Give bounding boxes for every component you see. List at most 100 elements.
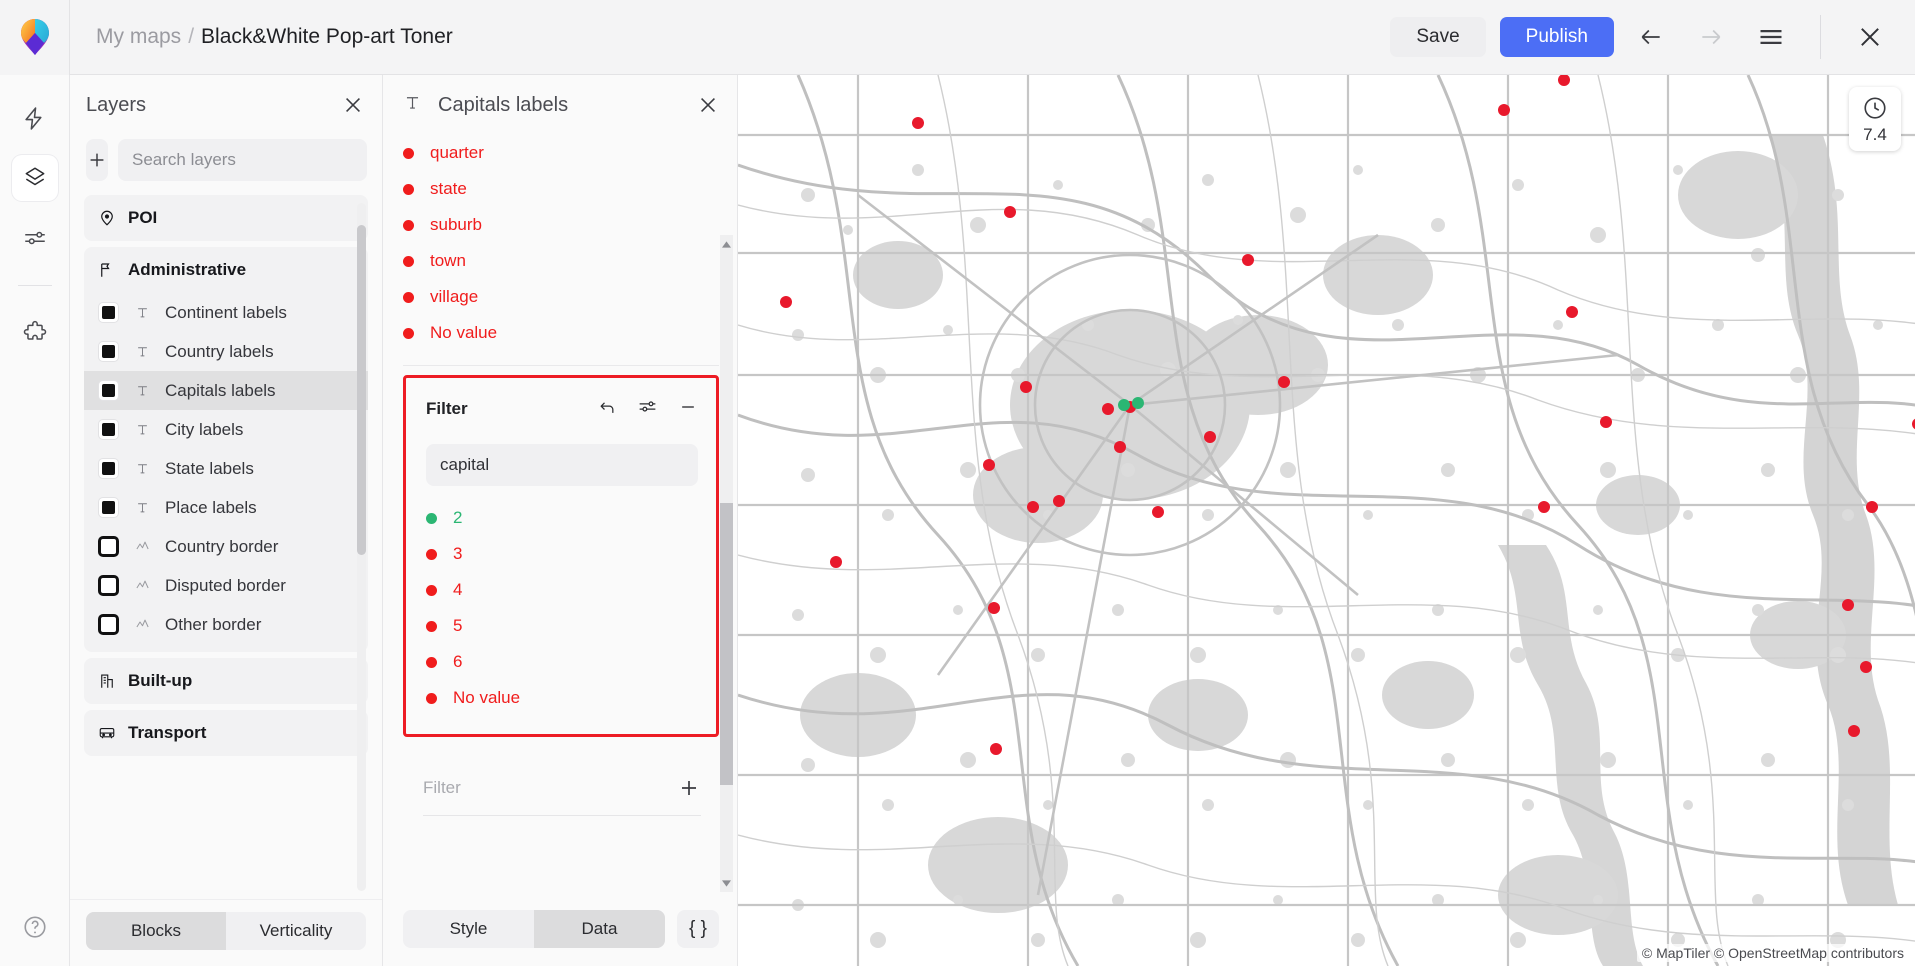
map-marker[interactable] bbox=[1278, 376, 1290, 388]
filter-value-row-no-value[interactable]: No value bbox=[426, 680, 716, 716]
map-marker[interactable] bbox=[1498, 104, 1510, 116]
map-marker[interactable] bbox=[1842, 599, 1854, 611]
layer-group-header[interactable]: Built-up bbox=[84, 658, 368, 704]
breadcrumb-parent[interactable]: My maps bbox=[96, 25, 181, 49]
value-row-no-value[interactable]: No value bbox=[403, 315, 719, 351]
layer-group-header[interactable]: Administrative bbox=[84, 247, 368, 293]
layer-group-header[interactable]: Transport bbox=[84, 710, 368, 756]
filter-value-row-4[interactable]: 4 bbox=[426, 572, 716, 608]
value-dot[interactable] bbox=[403, 184, 414, 195]
close-window-button[interactable] bbox=[1847, 14, 1893, 60]
map-marker[interactable] bbox=[912, 117, 924, 129]
map-marker[interactable] bbox=[1114, 441, 1126, 453]
scrollbar-arrow-up[interactable] bbox=[720, 235, 733, 253]
map-marker[interactable] bbox=[780, 296, 792, 308]
layer-row-continent-labels[interactable]: Continent labels bbox=[84, 293, 368, 332]
value-dot[interactable] bbox=[403, 148, 414, 159]
layer-row-country-labels[interactable]: Country labels bbox=[84, 332, 368, 371]
map-marker[interactable] bbox=[1053, 495, 1065, 507]
tab-verticality[interactable]: Verticality bbox=[226, 912, 366, 950]
layer-row-other-border[interactable]: Other border bbox=[84, 605, 368, 644]
map-marker[interactable] bbox=[830, 556, 842, 568]
value-dot[interactable] bbox=[426, 585, 437, 596]
map-marker[interactable] bbox=[988, 602, 1000, 614]
map-marker-alt[interactable] bbox=[1132, 397, 1144, 409]
filter-field-input[interactable]: capital bbox=[426, 444, 698, 486]
layer-color-swatch[interactable] bbox=[98, 614, 119, 635]
filter-settings-button[interactable] bbox=[637, 396, 658, 422]
value-dot[interactable] bbox=[426, 693, 437, 704]
value-dot[interactable] bbox=[403, 256, 414, 267]
map-marker[interactable] bbox=[1558, 75, 1570, 86]
save-button[interactable]: Save bbox=[1390, 17, 1485, 57]
rail-item-layers[interactable] bbox=[12, 155, 58, 201]
scrollbar-thumb[interactable] bbox=[720, 503, 733, 785]
layer-color-swatch[interactable] bbox=[98, 419, 119, 440]
rail-item-settings[interactable] bbox=[12, 215, 58, 261]
map-marker[interactable] bbox=[1020, 381, 1032, 393]
map-marker[interactable] bbox=[1566, 306, 1578, 318]
filter-value-row-6[interactable]: 6 bbox=[426, 644, 716, 680]
filter-value-row-3[interactable]: 3 bbox=[426, 536, 716, 572]
map-marker[interactable] bbox=[1204, 431, 1216, 443]
filter-collapse-button[interactable] bbox=[678, 397, 698, 422]
tab-data[interactable]: Data bbox=[534, 910, 665, 948]
map-attribution[interactable]: © MapTiler © OpenStreetMap contributors bbox=[1637, 944, 1909, 962]
layer-color-swatch[interactable] bbox=[98, 302, 119, 323]
filter-value-row-5[interactable]: 5 bbox=[426, 608, 716, 644]
value-row-village[interactable]: village bbox=[403, 279, 719, 315]
map-marker[interactable] bbox=[1600, 416, 1612, 428]
map-canvas[interactable]: 7.4 © MapTiler © OpenStreetMap contribut… bbox=[738, 75, 1915, 966]
value-dot[interactable] bbox=[426, 549, 437, 560]
filter-value-row-2[interactable]: 2 bbox=[426, 500, 716, 536]
map-marker[interactable] bbox=[983, 459, 995, 471]
map-zoom-control[interactable]: 7.4 bbox=[1849, 87, 1901, 151]
value-row-quarter[interactable]: quarter bbox=[403, 135, 719, 171]
code-view-button[interactable]: { } bbox=[677, 910, 719, 948]
value-dot[interactable] bbox=[426, 657, 437, 668]
app-logo[interactable] bbox=[0, 0, 70, 75]
publish-button[interactable]: Publish bbox=[1500, 17, 1614, 57]
tab-style[interactable]: Style bbox=[403, 910, 534, 948]
rail-item-plugins[interactable] bbox=[12, 310, 58, 356]
filter-undo-button[interactable] bbox=[597, 397, 617, 422]
value-dot[interactable] bbox=[403, 220, 414, 231]
value-dot[interactable] bbox=[403, 292, 414, 303]
layers-panel-close-button[interactable] bbox=[342, 94, 364, 116]
value-row-suburb[interactable]: suburb bbox=[403, 207, 719, 243]
menu-button[interactable] bbox=[1748, 14, 1794, 60]
back-button[interactable] bbox=[1628, 14, 1674, 60]
layer-row-city-labels[interactable]: City labels bbox=[84, 410, 368, 449]
add-filter-button[interactable] bbox=[677, 776, 701, 800]
layer-row-capitals-labels[interactable]: Capitals labels bbox=[84, 371, 368, 410]
layer-color-swatch[interactable] bbox=[98, 497, 119, 518]
search-layers-input[interactable] bbox=[118, 139, 367, 181]
map-marker[interactable] bbox=[1004, 206, 1016, 218]
layer-row-country-border[interactable]: Country border bbox=[84, 527, 368, 566]
layer-color-swatch[interactable] bbox=[98, 380, 119, 401]
layers-scrollbar[interactable] bbox=[357, 203, 366, 891]
scrollbar-thumb[interactable] bbox=[357, 225, 366, 555]
add-layer-button[interactable] bbox=[86, 139, 108, 181]
map-marker[interactable] bbox=[1027, 501, 1039, 513]
scrollbar-arrow-down[interactable] bbox=[720, 874, 733, 892]
layer-color-swatch[interactable] bbox=[98, 536, 119, 557]
map-marker[interactable] bbox=[1102, 403, 1114, 415]
forward-button[interactable] bbox=[1688, 14, 1734, 60]
value-row-state[interactable]: state bbox=[403, 171, 719, 207]
layer-row-state-labels[interactable]: State labels bbox=[84, 449, 368, 488]
map-marker[interactable] bbox=[1242, 254, 1254, 266]
map-marker-alt[interactable] bbox=[1118, 399, 1130, 411]
value-dot[interactable] bbox=[426, 621, 437, 632]
value-dot[interactable] bbox=[426, 513, 437, 524]
rail-item-help[interactable] bbox=[12, 904, 58, 950]
layer-color-swatch[interactable] bbox=[98, 575, 119, 596]
rail-item-quick-actions[interactable] bbox=[12, 95, 58, 141]
layer-color-swatch[interactable] bbox=[98, 341, 119, 362]
layer-row-disputed-border[interactable]: Disputed border bbox=[84, 566, 368, 605]
map-marker[interactable] bbox=[1538, 501, 1550, 513]
layer-row-place-labels[interactable]: Place labels bbox=[84, 488, 368, 527]
detail-scrollbar[interactable] bbox=[720, 235, 733, 892]
value-dot[interactable] bbox=[403, 328, 414, 339]
map-marker[interactable] bbox=[1152, 506, 1164, 518]
